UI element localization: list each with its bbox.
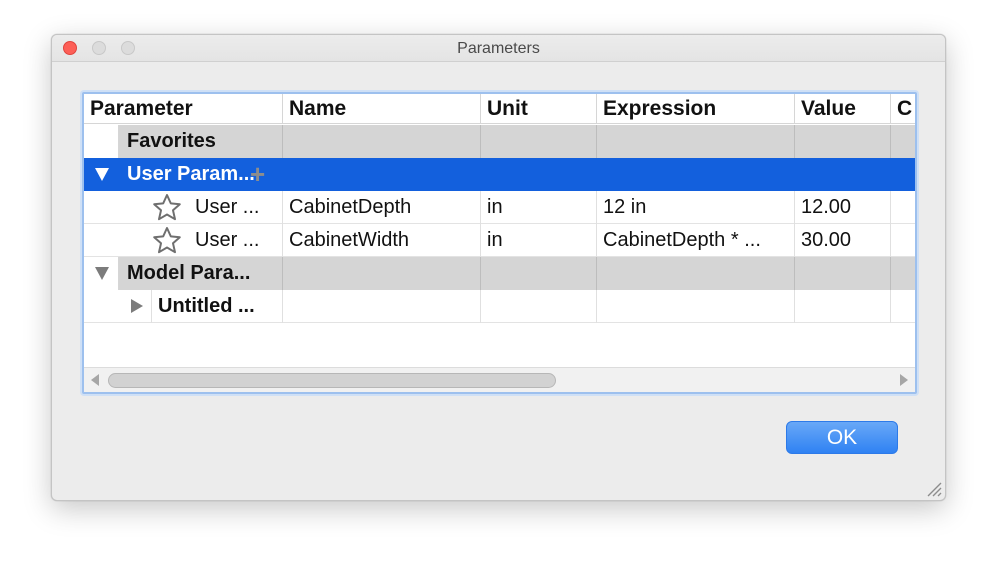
parameter-cell: Untitled ... bbox=[152, 290, 283, 323]
column-header-unit[interactable]: Unit bbox=[481, 94, 597, 124]
value-cell bbox=[795, 257, 891, 290]
table-row-untitled[interactable]: Untitled ... bbox=[84, 290, 915, 323]
expression-cell[interactable]: 12 in bbox=[597, 191, 795, 224]
row-indent bbox=[84, 125, 119, 158]
star-icon[interactable] bbox=[152, 193, 182, 221]
column-header-parameter[interactable]: Parameter bbox=[84, 94, 283, 124]
unit-cell[interactable]: in bbox=[481, 191, 597, 224]
scroll-left-icon[interactable] bbox=[91, 374, 99, 386]
value-cell bbox=[795, 125, 891, 158]
column-header-expression[interactable]: Expression bbox=[597, 94, 795, 124]
table-row-favorites[interactable]: Favorites bbox=[84, 125, 915, 158]
column-header-comment[interactable]: C bbox=[891, 94, 915, 124]
unit-cell bbox=[481, 257, 597, 290]
expression-cell bbox=[597, 290, 795, 323]
title-bar[interactable]: Parameters bbox=[52, 35, 945, 62]
unit-cell[interactable]: in bbox=[481, 224, 597, 257]
expression-cell bbox=[597, 257, 795, 290]
disclosure-triangle-icon[interactable] bbox=[95, 267, 109, 280]
unit-cell bbox=[481, 125, 597, 158]
name-cell bbox=[283, 290, 481, 323]
star-icon[interactable] bbox=[152, 226, 182, 254]
value-cell bbox=[795, 290, 891, 323]
ok-button[interactable]: OK bbox=[786, 421, 898, 454]
name-cell bbox=[283, 158, 481, 191]
parameter-cell: User ... bbox=[187, 224, 283, 257]
expression-cell bbox=[597, 158, 795, 191]
window-title: Parameters bbox=[457, 40, 540, 57]
value-cell: 30.00 bbox=[795, 224, 891, 257]
table-grid: Parameter Name Unit Expression Value C F… bbox=[84, 94, 915, 367]
horizontal-scrollbar[interactable] bbox=[84, 367, 915, 392]
table-row[interactable]: User ... CabinetDepth in 12 in 12.00 bbox=[84, 191, 915, 224]
unit-cell bbox=[481, 158, 597, 191]
parameters-dialog: Parameters Parameter Name Unit Expressio… bbox=[51, 34, 946, 501]
expression-cell[interactable]: CabinetDepth * ... bbox=[597, 224, 795, 257]
column-header-name[interactable]: Name bbox=[283, 94, 481, 124]
parameter-cell: Favorites bbox=[119, 125, 283, 158]
unit-cell bbox=[481, 290, 597, 323]
name-cell bbox=[283, 125, 481, 158]
table-row[interactable]: User ... CabinetWidth in CabinetDepth * … bbox=[84, 224, 915, 257]
table-header: Parameter Name Unit Expression Value C bbox=[84, 94, 915, 124]
name-cell[interactable]: CabinetDepth bbox=[283, 191, 481, 224]
scrollbar-thumb[interactable] bbox=[108, 373, 556, 388]
table-row-user-parameters[interactable]: User Param... + bbox=[84, 158, 915, 191]
resize-grip-icon[interactable] bbox=[924, 479, 942, 497]
value-cell: 12.00 bbox=[795, 191, 891, 224]
parameter-cell: Model Para... bbox=[119, 257, 283, 290]
row-indent bbox=[84, 290, 152, 323]
table-row-model-parameters[interactable]: Model Para... bbox=[84, 257, 915, 290]
disclosure-triangle-icon[interactable] bbox=[95, 168, 109, 181]
value-cell bbox=[795, 158, 891, 191]
add-icon[interactable]: + bbox=[250, 161, 265, 187]
name-cell[interactable]: CabinetWidth bbox=[283, 224, 481, 257]
column-header-value[interactable]: Value bbox=[795, 94, 891, 124]
scroll-right-icon[interactable] bbox=[900, 374, 908, 386]
parameter-cell: User ... bbox=[187, 191, 283, 224]
name-cell bbox=[283, 257, 481, 290]
expression-cell bbox=[597, 125, 795, 158]
parameters-table[interactable]: Parameter Name Unit Expression Value C F… bbox=[82, 92, 917, 394]
